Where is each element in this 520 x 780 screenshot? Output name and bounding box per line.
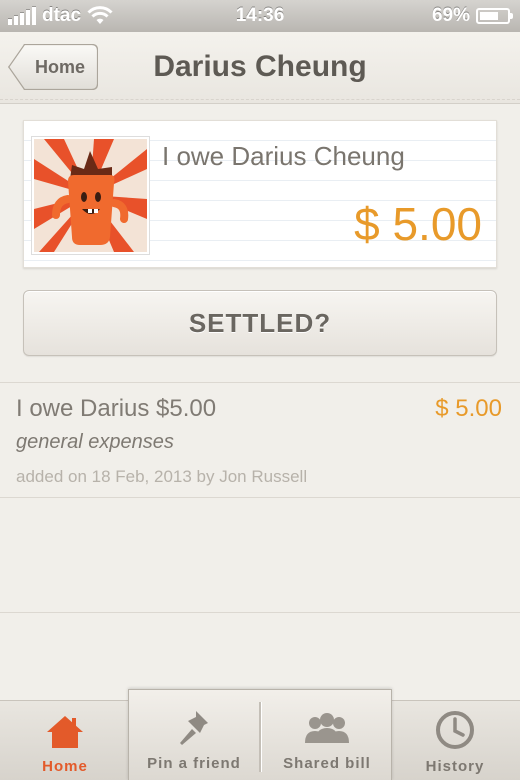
navigation-bar: Home Darius Cheung	[0, 32, 520, 104]
avatar	[32, 137, 149, 254]
tab-label: Pin a friend	[147, 755, 241, 772]
expense-amount: $ 5.00	[435, 395, 502, 422]
balance-amount: $ 5.00	[354, 198, 482, 250]
clock-icon	[436, 711, 474, 749]
tab-label: Home	[42, 758, 88, 775]
balance-summary-card: I owe Darius Cheung $ 5.00	[23, 120, 497, 268]
tab-shared-bill[interactable]: Shared bill	[261, 690, 393, 780]
battery-percent: 69%	[431, 5, 470, 26]
status-bar: dtac 14:36 69%	[0, 0, 520, 32]
page-title: Darius Cheung	[153, 50, 367, 83]
tab-history[interactable]: History	[390, 701, 520, 780]
expense-category: general expenses	[16, 431, 174, 453]
tab-bar: Home Pin a friend Shared bill History	[0, 689, 520, 780]
group-icon	[305, 713, 349, 743]
expense-meta: added on 18 Feb, 2013 by Jon Russell	[16, 467, 308, 486]
tab-label: Shared bill	[283, 755, 371, 772]
balance-title: I owe Darius Cheung	[162, 141, 405, 171]
settled-button[interactable]: SETTLED?	[23, 290, 497, 356]
expense-row[interactable]: I owe Darius $5.00 $ 5.00 general expens…	[0, 383, 520, 497]
tab-label: History	[425, 758, 485, 775]
raised-tab-group: Pin a friend Shared bill	[128, 689, 392, 780]
monster-avatar-icon	[34, 139, 147, 252]
pushpin-icon	[180, 711, 208, 745]
list-divider	[0, 497, 520, 498]
battery-icon	[476, 8, 513, 24]
house-icon	[47, 716, 83, 748]
list-divider	[0, 612, 520, 613]
tab-pin-a-friend[interactable]: Pin a friend	[129, 690, 259, 780]
status-right: 69%	[431, 5, 513, 27]
expense-title: I owe Darius $5.00	[16, 395, 217, 422]
battery-fill	[480, 12, 498, 20]
tab-home[interactable]: Home	[0, 701, 130, 780]
